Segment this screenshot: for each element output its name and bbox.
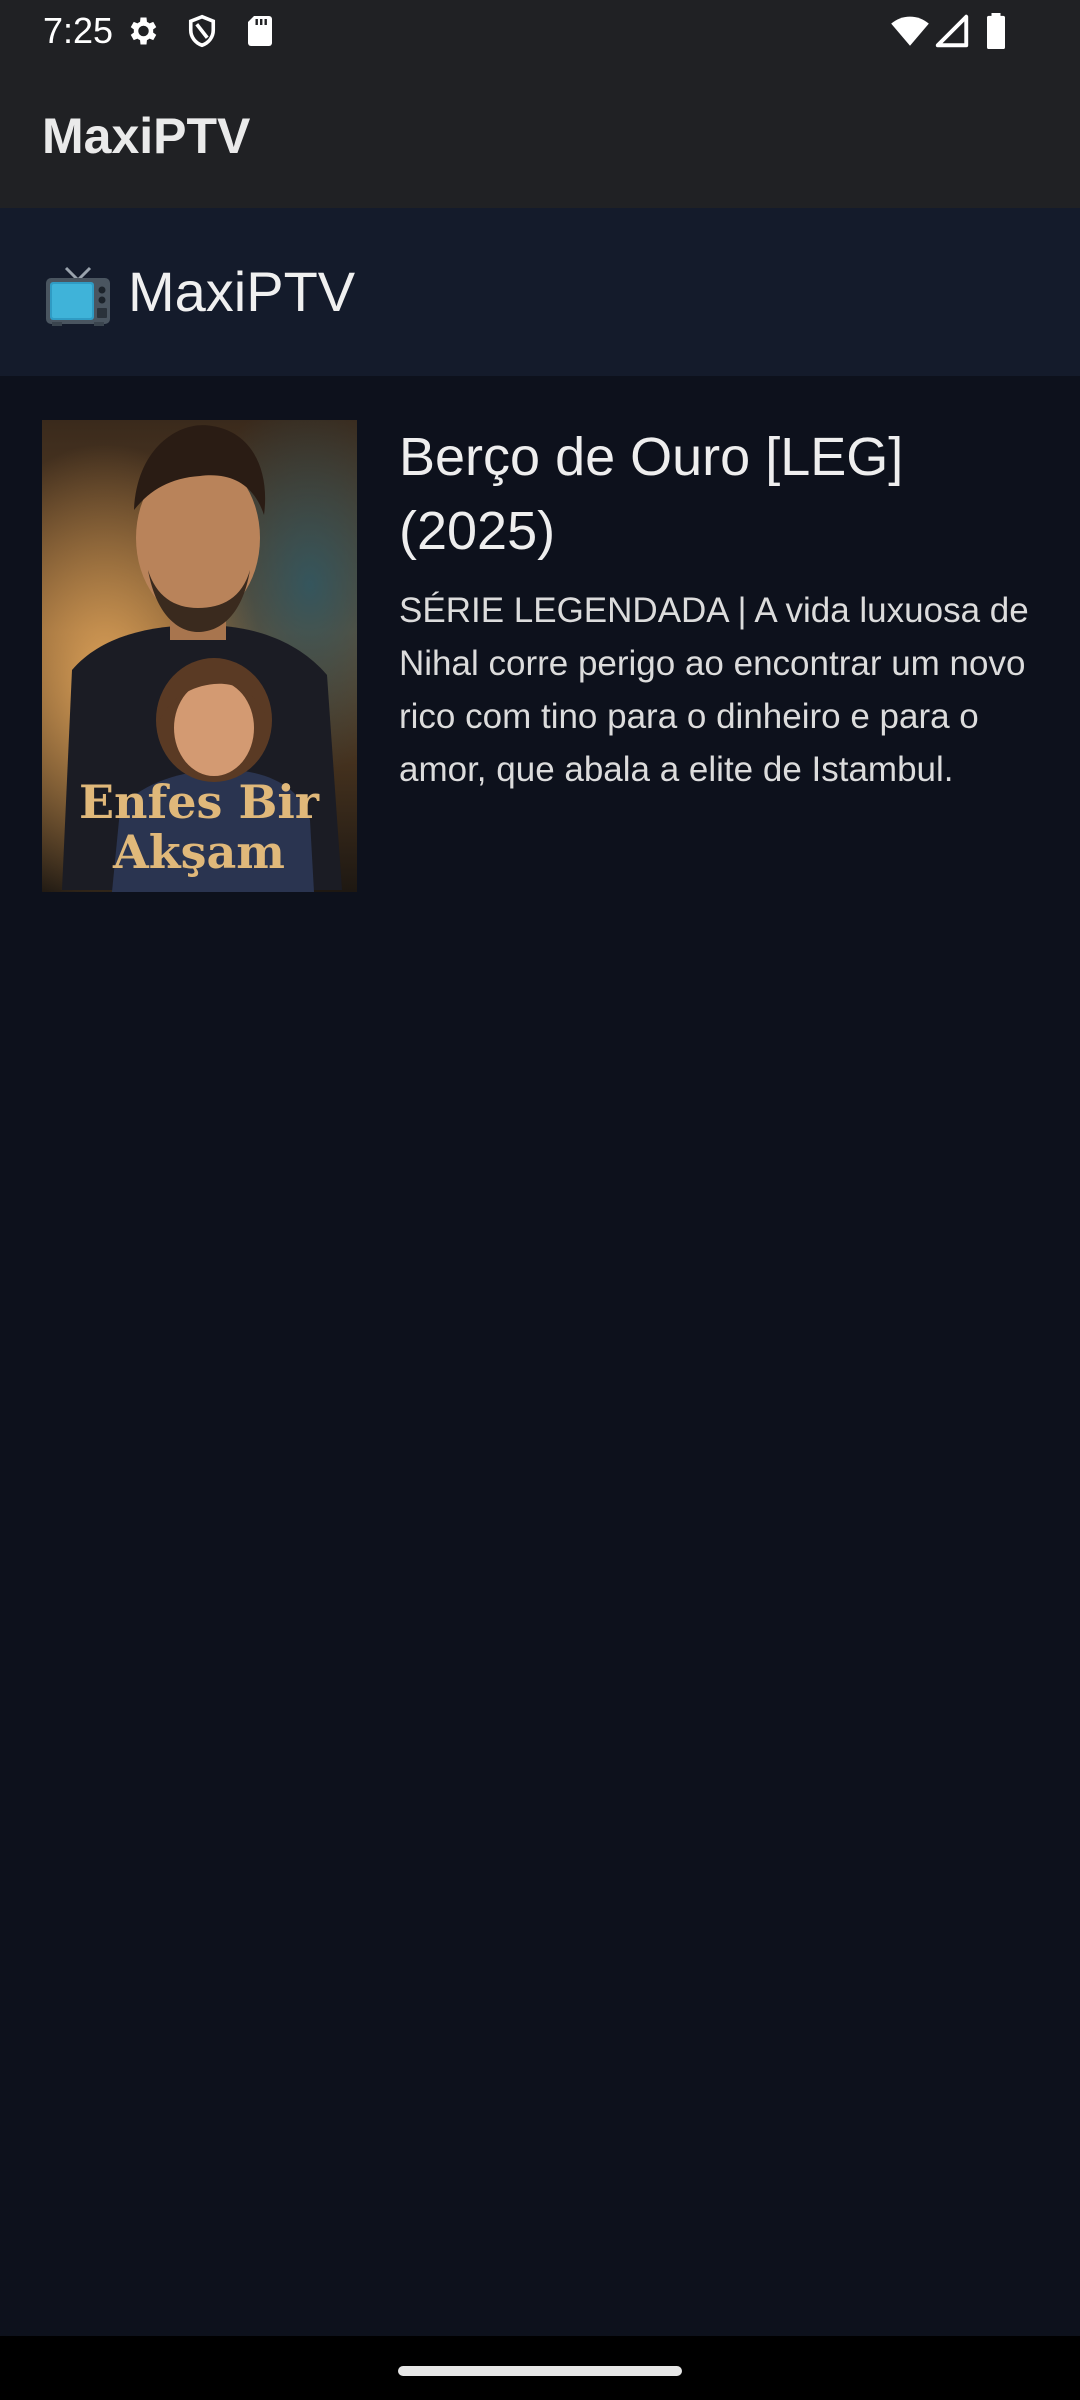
status-time: 7:25	[43, 10, 114, 51]
series-title: Berço de Ouro [LEG] (2025)	[399, 427, 904, 561]
status-bar: 7:25	[0, 0, 1080, 62]
sd-card-icon	[242, 13, 278, 49]
battery-icon	[984, 13, 1008, 49]
series-info: Berço de Ouro [LEG] (2025) SÉRIE LEGENDA…	[399, 420, 1039, 796]
content-area: Enfes Bir Akşam Berço de Ouro [LEG] (202…	[0, 376, 1080, 2336]
app-bar: MaxiPTV	[0, 62, 1080, 208]
poster-title-line1: Enfes Bir	[79, 775, 320, 829]
series-description: SÉRIE LEGENDADA | A vida luxuosa de Niha…	[399, 591, 1029, 789]
signal-icon	[934, 13, 970, 49]
tv-icon	[44, 266, 112, 328]
shield-icon	[184, 13, 220, 49]
wifi-icon	[890, 13, 930, 49]
page-header: MaxiPTV	[0, 208, 1080, 376]
navigation-bar	[0, 2336, 1080, 2400]
series-item[interactable]: Enfes Bir Akşam Berço de Ouro [LEG] (202…	[42, 420, 1038, 892]
header-title: MaxiPTV	[128, 260, 356, 323]
series-poster[interactable]: Enfes Bir Akşam	[42, 420, 357, 892]
home-gesture-handle[interactable]	[398, 2366, 682, 2376]
app-bar-title: MaxiPTV	[42, 108, 251, 164]
gear-icon	[124, 13, 160, 49]
poster-title-line2: Akşam	[112, 825, 285, 879]
